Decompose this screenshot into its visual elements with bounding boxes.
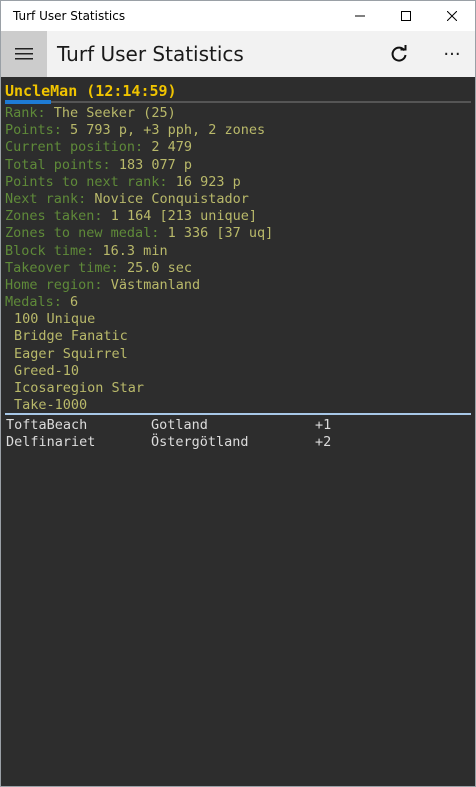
zone-name: Delfinariet (6, 434, 96, 451)
zone-row[interactable]: Delfinariet Östergötland +2 (5, 434, 471, 451)
page-title: Turf User Statistics (57, 42, 244, 66)
stat-points-to-next-rank: Points to next rank: 16 923 p (5, 173, 241, 190)
stat-takeover-time: Takeover time: 25.0 sec (5, 259, 192, 276)
medal-item: Greed-10 (14, 362, 80, 379)
user-header: UncleMan (12:14:59) (5, 82, 177, 100)
more-icon: ··· (443, 43, 461, 65)
zone-region: Gotland (151, 417, 208, 433)
minimize-icon (355, 15, 365, 17)
stat-next-rank: Next rank: Novice Conquistador (5, 190, 249, 207)
stat-home-region: Home region: Västmanland (5, 276, 201, 293)
medal-item: Eager Squirrel (14, 345, 128, 362)
maximize-icon (401, 11, 411, 21)
title-bar: Turf User Statistics (1, 1, 475, 31)
zone-row[interactable]: ToftaBeach Gotland +1 (5, 417, 471, 434)
stat-zones-taken: Zones taken: 1 164 [213 unique] (5, 208, 257, 225)
app-window: Turf User Statistics Turf User Statistic… (0, 0, 476, 787)
stat-points: Points: 5 793 p, +3 pph, 2 zones (5, 122, 266, 139)
zone-name: ToftaBeach (6, 417, 88, 433)
refresh-icon (391, 45, 407, 62)
minimize-button[interactable] (337, 1, 383, 31)
refresh-button[interactable] (379, 31, 419, 77)
medal-item: Take-1000 (14, 397, 88, 414)
more-button[interactable]: ··· (429, 31, 475, 77)
stat-current-position: Current position: 2 479 (5, 139, 192, 156)
header-divider (5, 101, 471, 103)
maximize-button[interactable] (383, 1, 429, 31)
medal-item: 100 Unique (14, 311, 96, 328)
zones-list: ToftaBeach Gotland +1 Delfinariet Österg… (5, 417, 471, 451)
window-title: Turf User Statistics (13, 9, 126, 23)
stat-rank: Rank: The Seeker (25) (5, 105, 176, 121)
medal-item: Icosaregion Star (14, 380, 145, 396)
user-stats-panel: UncleMan (12:14:59) Rank: The Seeker (25… (1, 77, 475, 786)
stat-block-time: Block time: 16.3 min (5, 242, 168, 259)
app-bar: Turf User Statistics ··· (1, 31, 475, 77)
close-icon (447, 11, 457, 21)
stats-list: Rank: The Seeker (25) Points: 5 793 p, +… (5, 105, 273, 414)
stat-medals: Medals: 6 (5, 294, 79, 311)
section-divider (5, 413, 471, 415)
medal-item: Bridge Fanatic (14, 328, 128, 345)
zone-pph: +2 (315, 434, 332, 451)
zone-region: Östergötland (151, 434, 249, 451)
close-button[interactable] (429, 1, 475, 31)
zone-pph: +1 (315, 417, 332, 433)
menu-button[interactable] (1, 31, 47, 77)
hamburger-icon (15, 48, 33, 60)
stat-total-points: Total points: 183 077 p (5, 156, 192, 173)
stat-zones-to-new-medal: Zones to new medal: 1 336 [37 uq] (5, 225, 274, 242)
header-accent (5, 100, 51, 104)
